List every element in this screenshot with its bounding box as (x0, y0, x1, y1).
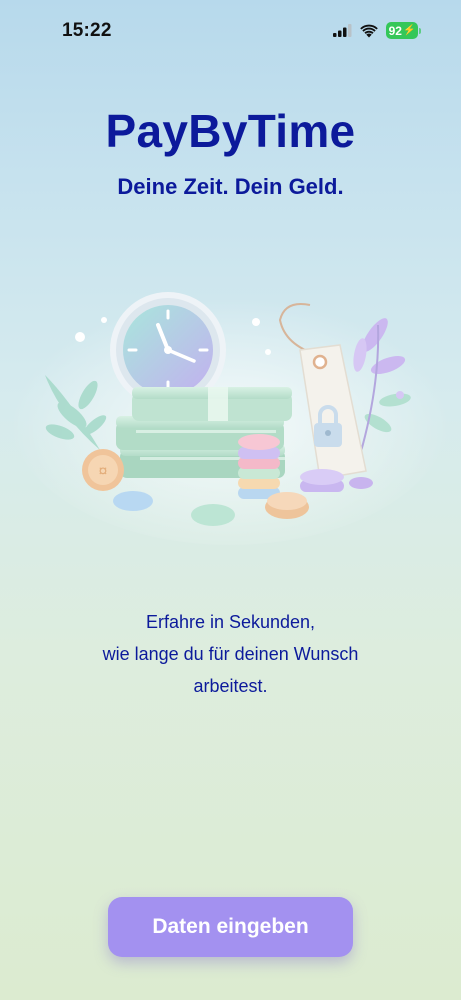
status-bar: 15:22 92 ⚡ (0, 0, 461, 62)
intro-line: wie lange du für deinen Wunsch (102, 644, 359, 664)
enter-data-button[interactable]: Daten eingeben (108, 897, 353, 957)
status-time: 15:22 (62, 20, 112, 41)
hero-illustration: ¤ (10, 285, 450, 545)
status-icons: 92 ⚡ (333, 22, 421, 39)
intro-line: arbeitest. (193, 676, 268, 696)
app-tagline: Deine Zeit. Dein Geld. (117, 174, 344, 199)
battery-level: 92 (388, 23, 402, 38)
svg-text:¤: ¤ (99, 463, 108, 480)
cellular-signal-icon (333, 24, 352, 37)
app-title: PayByTime (105, 105, 356, 157)
battery-charging-icon: 92 ⚡ (386, 22, 421, 39)
wifi-icon (360, 24, 378, 37)
bolt-icon: ⚡ (402, 25, 416, 36)
intro-text: Erfahre in Sekunden, wie lange du für de… (0, 606, 461, 702)
intro-line: Erfahre in Sekunden, (145, 612, 316, 632)
